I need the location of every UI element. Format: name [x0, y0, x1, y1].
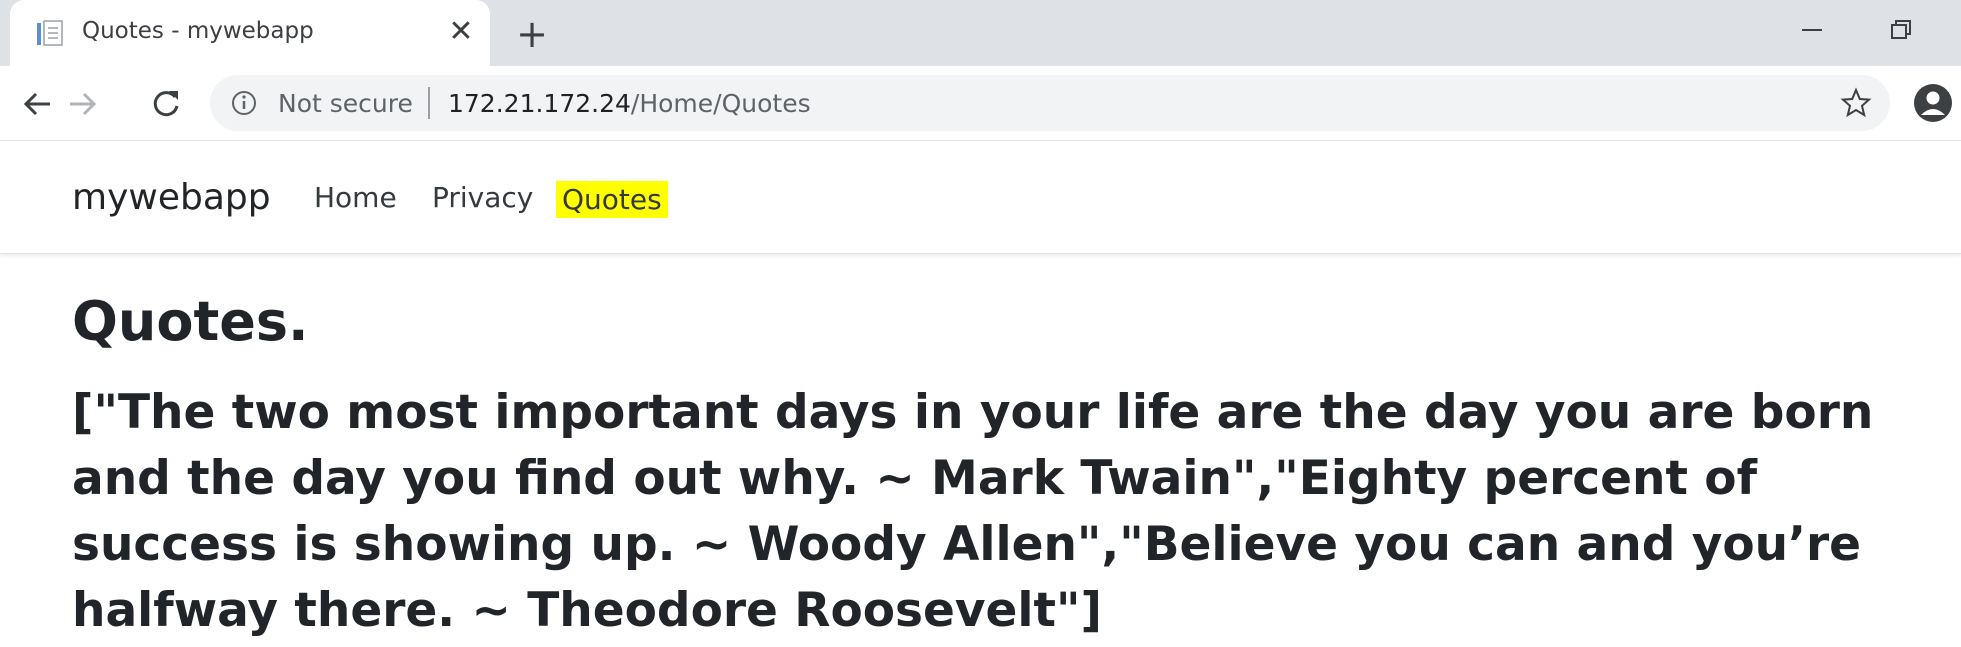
- quotes-text: ["The two most important days in your li…: [72, 385, 1874, 638]
- nav-link-privacy[interactable]: Privacy: [432, 181, 533, 214]
- address-separator: [428, 87, 430, 119]
- nav-link-home[interactable]: Home: [314, 181, 397, 214]
- star-icon[interactable]: [1840, 87, 1872, 119]
- security-status[interactable]: Not secure: [278, 89, 413, 118]
- site-navbar: mywebapp Home Privacy Quotes: [0, 141, 1961, 254]
- nav-link-quotes[interactable]: Quotes: [556, 181, 668, 218]
- profile-icon[interactable]: [1912, 82, 1954, 124]
- url-host: 172.21.172.24: [448, 89, 631, 118]
- page-favicon-icon: [36, 20, 66, 48]
- browser-toolbar: Not secure 172.21.172.24/Home/Quotes: [0, 66, 1961, 141]
- address-bar[interactable]: Not secure 172.21.172.24/Home/Quotes: [210, 75, 1890, 131]
- back-arrow-icon[interactable]: [16, 82, 60, 126]
- info-icon[interactable]: [230, 89, 258, 117]
- minimize-icon[interactable]: [1790, 14, 1834, 48]
- site-brand[interactable]: mywebapp: [72, 177, 271, 218]
- tab-title: Quotes - mywebapp: [82, 18, 314, 44]
- reload-icon[interactable]: [144, 82, 188, 126]
- restore-icon[interactable]: [1880, 14, 1924, 48]
- forward-arrow-icon[interactable]: [60, 82, 104, 126]
- url-path: /Home/Quotes: [630, 89, 811, 118]
- plus-icon[interactable]: +: [510, 12, 554, 56]
- browser-tab-strip: Quotes - mywebapp ✕ +: [0, 0, 1961, 66]
- browser-tab-active[interactable]: Quotes - mywebapp ✕: [10, 0, 490, 66]
- close-icon[interactable]: ✕: [444, 15, 478, 49]
- url-text[interactable]: 172.21.172.24/Home/Quotes: [448, 89, 811, 118]
- page-title: Quotes.: [72, 290, 309, 353]
